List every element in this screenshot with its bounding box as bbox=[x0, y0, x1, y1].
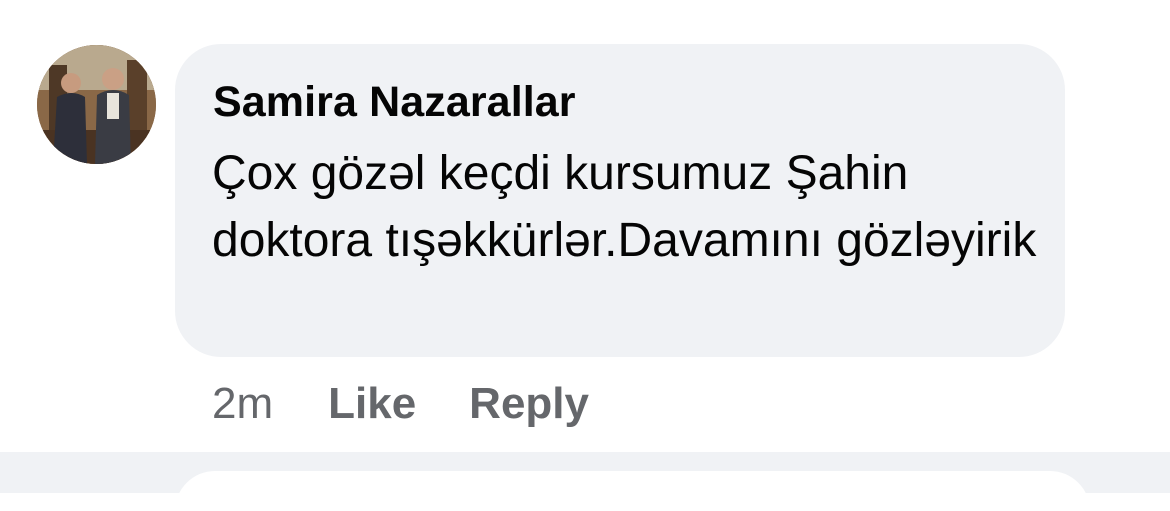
comment-bubble: Samira Nazarallar Çox gözəl keçdi kursum… bbox=[175, 44, 1065, 357]
like-button[interactable]: Like bbox=[328, 379, 416, 429]
next-comment-card bbox=[175, 471, 1090, 511]
comment-actions: 2m Like Reply bbox=[212, 378, 642, 430]
comment-text: Çox gözəl keçdi kursumuz Şahin doktora t… bbox=[212, 147, 1037, 267]
comment: Samira Nazarallar Çox gözəl keçdi kursum… bbox=[0, 0, 1170, 452]
author-avatar[interactable] bbox=[37, 45, 156, 164]
comment-timestamp[interactable]: 2m bbox=[212, 379, 273, 429]
reply-button[interactable]: Reply bbox=[469, 379, 589, 429]
comment-author-name[interactable]: Samira Nazarallar bbox=[213, 78, 576, 127]
